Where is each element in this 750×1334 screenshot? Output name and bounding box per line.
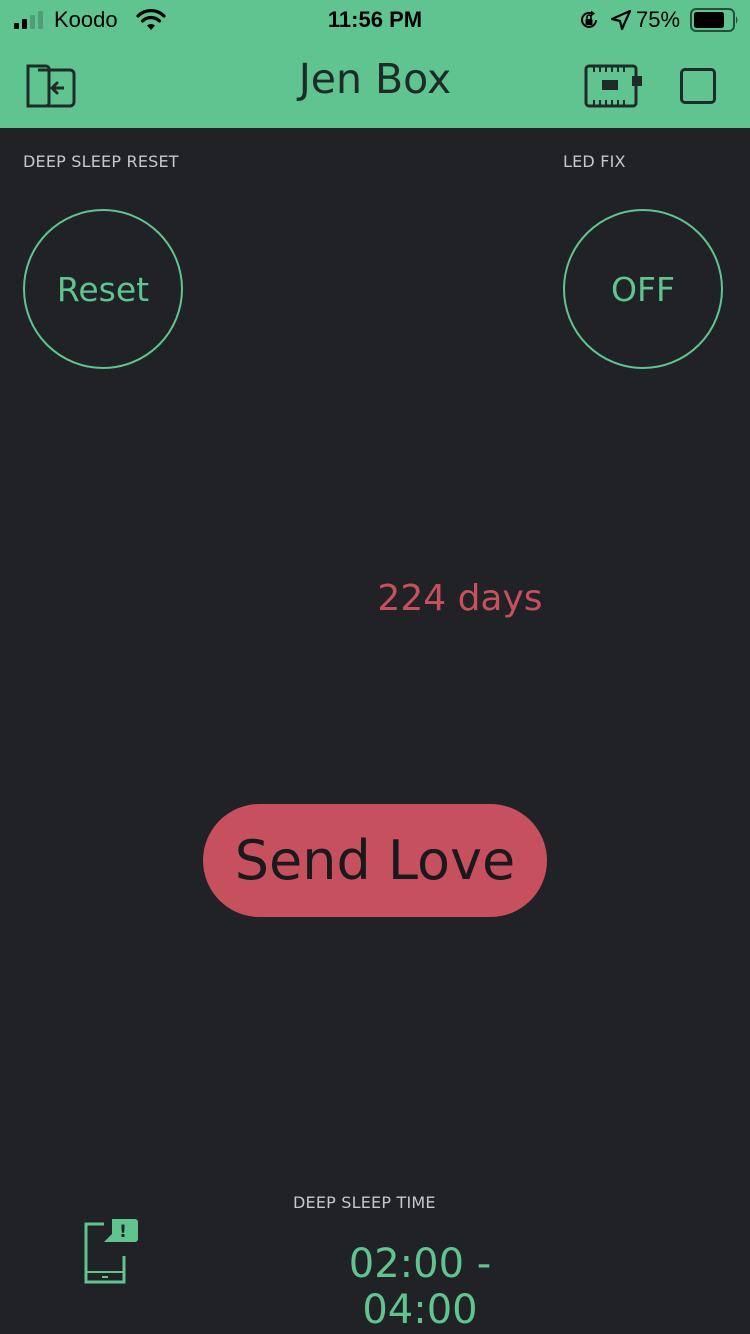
status-bar: Koodo 11:56 PM 75% <box>0 0 750 40</box>
orientation-lock-icon <box>581 10 597 28</box>
wifi-icon <box>136 9 166 30</box>
deep-sleep-time-value[interactable]: 02:00 - 04:00 <box>290 1241 550 1333</box>
signal-icon <box>14 11 43 29</box>
carrier-name: Koodo <box>54 7 118 32</box>
phone-notification-icon[interactable]: ! <box>82 1216 140 1284</box>
led-fix-label: LED FIX <box>563 152 626 171</box>
battery-percent: 75% <box>636 7 681 32</box>
send-love-button-label: Send Love <box>234 829 516 892</box>
device-board-icon[interactable] <box>584 64 644 108</box>
led-fix-toggle-button[interactable]: OFF <box>563 209 723 369</box>
led-fix-button-label: OFF <box>611 269 675 309</box>
svg-text:!: ! <box>119 1222 127 1242</box>
deep-sleep-reset-label: DEEP SLEEP RESET <box>23 152 179 171</box>
page-title: Jen Box <box>298 55 452 103</box>
days-display: 224 days <box>377 578 543 619</box>
deep-sleep-time-label: DEEP SLEEP TIME <box>293 1193 436 1212</box>
send-love-button[interactable]: Send Love <box>203 804 547 917</box>
reset-button[interactable]: Reset <box>23 209 183 369</box>
status-time: 11:56 PM <box>327 7 423 32</box>
location-icon <box>610 9 632 31</box>
exit-app-icon[interactable] <box>24 62 78 110</box>
battery-icon <box>690 8 738 32</box>
reset-button-label: Reset <box>56 269 150 309</box>
stop-icon[interactable] <box>680 68 716 104</box>
